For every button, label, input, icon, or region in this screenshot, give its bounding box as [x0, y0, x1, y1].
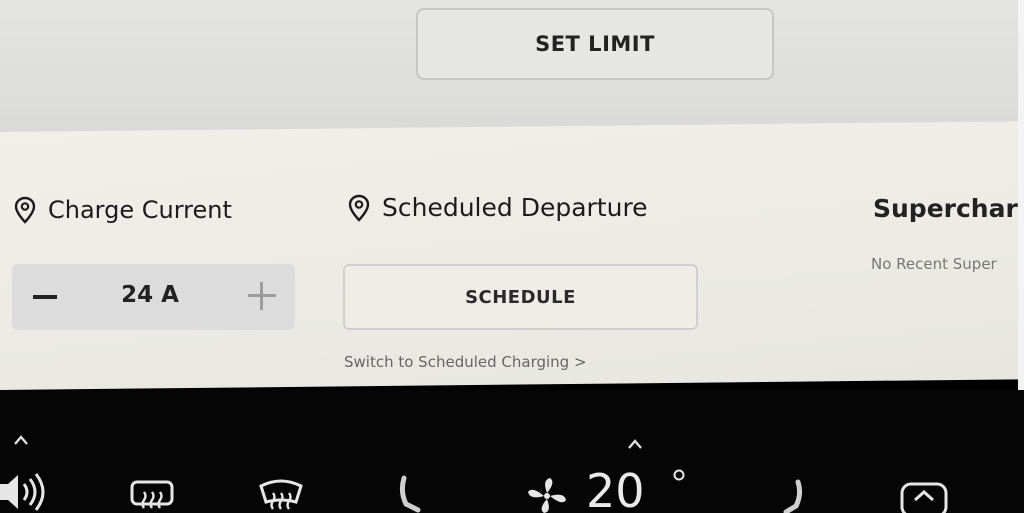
- screen-edge: [1018, 0, 1024, 390]
- charging-options-panel: [0, 121, 1018, 390]
- chevron-up-icon[interactable]: [624, 436, 646, 452]
- chevron-up-icon[interactable]: [10, 432, 32, 448]
- degree-icon: [673, 469, 685, 481]
- supercharging-heading: Superchar: [873, 194, 1018, 223]
- charge-current-heading: Charge Current: [14, 196, 232, 224]
- decrease-current-button[interactable]: [30, 284, 60, 310]
- scheduled-departure-title: Scheduled Departure: [382, 193, 648, 222]
- schedule-button[interactable]: SCHEDULE: [343, 264, 698, 330]
- scheduled-departure-heading: Scheduled Departure: [348, 193, 648, 222]
- minus-icon: [33, 295, 57, 299]
- charge-current-value: 24 A: [121, 282, 179, 308]
- cabin-temperature[interactable]: 20: [586, 468, 645, 513]
- fan-icon[interactable]: [522, 476, 572, 513]
- charge-current-stepper: 24 A: [12, 264, 295, 330]
- charge-current-title: Charge Current: [48, 196, 232, 224]
- seat-heater-left-icon[interactable]: [396, 474, 424, 513]
- volume-icon[interactable]: [0, 470, 48, 513]
- set-limit-button[interactable]: SET LIMIT: [416, 8, 774, 80]
- vent-icon[interactable]: [898, 480, 950, 513]
- rear-defrost-icon[interactable]: [128, 476, 176, 513]
- switch-to-scheduled-charging-link[interactable]: Switch to Scheduled Charging >: [344, 353, 587, 371]
- charge-limit-panel: SET LIMIT: [0, 0, 1018, 140]
- location-pin-icon: [348, 194, 370, 222]
- front-defrost-icon[interactable]: [256, 476, 306, 513]
- supercharging-status: No Recent Super: [871, 255, 997, 273]
- charging-screen: SET LIMIT Charge Current 24 A Scheduled …: [0, 0, 1024, 513]
- location-pin-icon: [14, 196, 36, 224]
- seat-heater-right-icon[interactable]: [780, 478, 806, 513]
- increase-current-button[interactable]: [248, 282, 276, 310]
